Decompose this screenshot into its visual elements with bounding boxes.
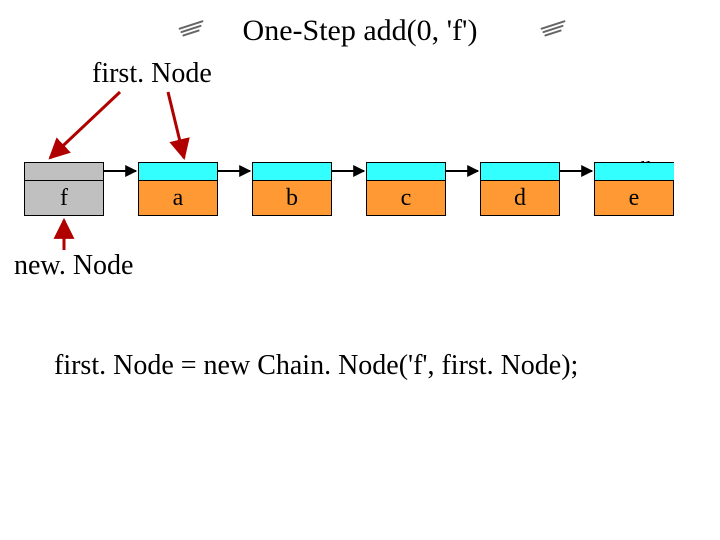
pointer-cell-d xyxy=(480,162,560,180)
label-first-node: first. Node xyxy=(92,58,212,90)
pointer-cell-c xyxy=(366,162,446,180)
node-a: a xyxy=(138,180,218,216)
pointer-cell-e xyxy=(594,162,674,180)
node-d: d xyxy=(480,180,560,216)
node-b: b xyxy=(252,180,332,216)
slide: One-Step add(0, 'f') first. Node null f … xyxy=(0,0,720,540)
pointer-cell-a xyxy=(138,162,218,180)
code-line: first. Node = new Chain. Node('f', first… xyxy=(54,350,578,382)
node-c: c xyxy=(366,180,446,216)
arrow-firstnode-to-f xyxy=(50,92,120,158)
pointer-cell-b xyxy=(252,162,332,180)
arrow-firstnode-to-a xyxy=(168,92,184,158)
node-e: e xyxy=(594,180,674,216)
pointer-cell-f xyxy=(24,162,104,180)
label-new-node: new. Node xyxy=(14,250,133,282)
node-f: f xyxy=(24,180,104,216)
slide-title: One-Step add(0, 'f') xyxy=(0,14,720,48)
